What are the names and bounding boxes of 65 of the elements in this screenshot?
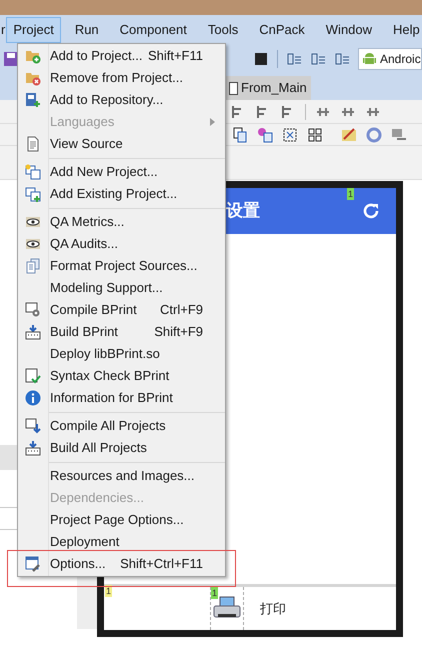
menu-item[interactable]: Build All Projects (18, 437, 225, 459)
menu-item[interactable]: Modeling Support... (18, 277, 225, 299)
menu-item[interactable]: Compile BPrint Ctrl+F9 (18, 299, 225, 321)
menu-bar-item[interactable]: CnPack (252, 17, 312, 43)
document-add-icon (25, 92, 41, 108)
menu-item[interactable]: Syntax Check BPrint (18, 365, 225, 387)
menu-item[interactable]: Add New Project... (18, 161, 225, 183)
menu-item[interactable]: Add to Repository... (18, 89, 225, 111)
menu-bar-item[interactable]: Component (112, 17, 194, 43)
menu-bar-item[interactable]: Run (68, 17, 106, 43)
menu-item[interactable]: Format Project Sources... (18, 255, 225, 277)
menu-item[interactable]: Add to Project... Shift+F11 (18, 45, 225, 67)
layout-icon[interactable] (391, 126, 407, 142)
eye-icon (25, 214, 41, 230)
folder-add-icon (25, 48, 41, 64)
build-icon (25, 440, 41, 456)
menu-item[interactable]: Project Page Options... (18, 509, 225, 531)
menu-item[interactable]: QA Metrics... (18, 211, 225, 233)
badge: 1 (105, 585, 112, 597)
check-document-icon (25, 368, 41, 384)
menu-bar-item[interactable]: r (0, 17, 6, 43)
menu-item[interactable]: Deployment (18, 531, 225, 553)
menu-item[interactable]: View Source (18, 133, 225, 155)
document-icon (25, 136, 41, 152)
menu-item[interactable]: Remove from Project... (18, 67, 225, 89)
menu-item[interactable]: Compile All Projects (18, 415, 225, 437)
badge: 1 (347, 188, 354, 200)
menu-item[interactable]: Add Existing Project... (18, 183, 225, 205)
badge: 1 (211, 587, 218, 599)
step-out-icon[interactable] (334, 50, 350, 66)
editor-tab[interactable]: From_Main (225, 76, 311, 100)
step-over-icon[interactable] (286, 50, 302, 66)
folder-remove-icon (25, 70, 41, 86)
add-project-icon (25, 186, 41, 202)
documents-icon (25, 258, 41, 274)
compile-all-icon (25, 418, 41, 434)
print-label: 打印 (260, 600, 286, 618)
menu-bar-item[interactable]: Help (386, 17, 422, 43)
menu-item[interactable]: QA Audits... (18, 233, 225, 255)
form-file-icon (229, 82, 238, 94)
copy-icon[interactable] (232, 126, 248, 142)
info-icon (25, 390, 41, 406)
save-icon[interactable] (3, 50, 19, 66)
form-title: 设置 (226, 200, 261, 222)
menu-bar-item[interactable]: Tools (200, 17, 246, 43)
stop-icon[interactable] (253, 50, 269, 66)
menu-bar-item[interactable]: Project (6, 17, 61, 43)
menu-item[interactable]: Options... Shift+Ctrl+F11 (18, 553, 225, 575)
android-icon (363, 52, 376, 66)
menu-item[interactable]: Deploy libBPrint.so (18, 343, 225, 365)
menu-item[interactable]: Build BPrint Shift+F9 (18, 321, 225, 343)
menu-item[interactable]: Information for BPrint (18, 387, 225, 409)
palette-icon[interactable] (341, 126, 357, 142)
options-icon (25, 556, 41, 572)
menu-item[interactable]: Resources and Images... (18, 465, 225, 487)
eye-icon (25, 236, 41, 252)
step-into-icon[interactable] (310, 50, 326, 66)
component-icon[interactable] (257, 126, 273, 142)
platform-combo[interactable]: Androic (358, 48, 422, 70)
grid-icon[interactable] (307, 126, 323, 142)
select-icon[interactable] (282, 126, 298, 142)
menu-bar-item[interactable]: Window (318, 17, 380, 43)
submenu-arrow-icon (210, 118, 215, 126)
build-icon (25, 324, 41, 340)
new-project-icon (25, 164, 41, 180)
